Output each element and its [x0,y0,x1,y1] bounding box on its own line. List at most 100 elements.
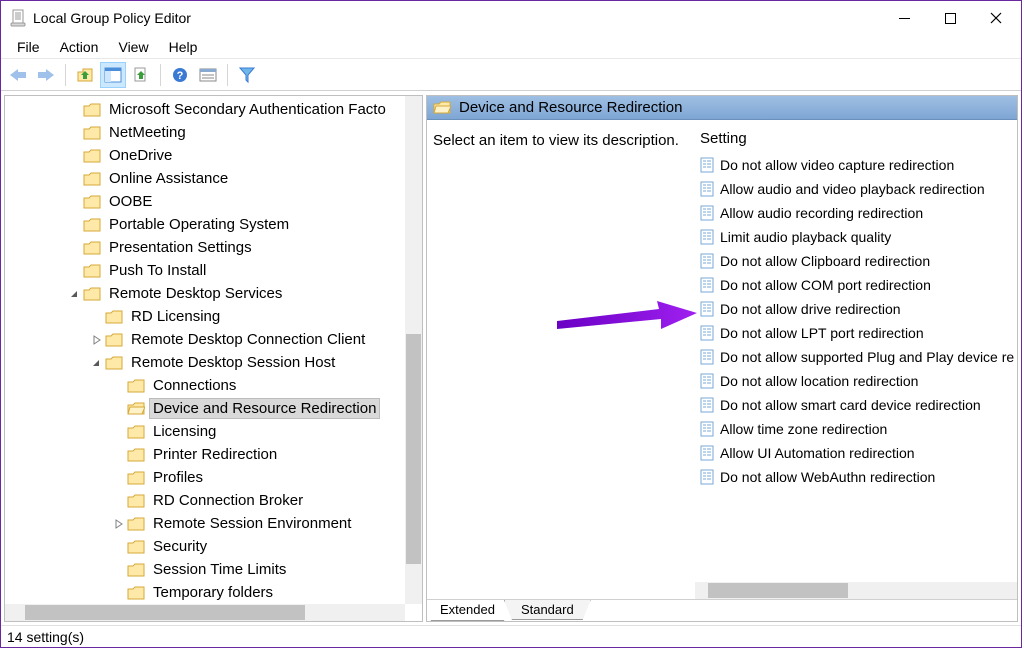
setting-row[interactable]: Allow time zone redirection [695,417,1017,441]
tree-node[interactable]: Remote Desktop Connection Client [5,328,422,351]
menu-help[interactable]: Help [159,37,208,57]
policy-icon [698,372,716,390]
help-button[interactable]: ? [167,62,193,88]
expander-icon[interactable] [111,519,127,529]
window-title: Local Group Policy Editor [33,10,191,26]
tree-horizontal-scrollbar[interactable] [5,604,405,621]
setting-row[interactable]: Do not allow WebAuthn redirection [695,465,1017,489]
setting-label: Do not allow supported Plug and Play dev… [720,349,1014,365]
details-pane: Device and Resource Redirection Select a… [426,95,1018,622]
tree-node-label: Device and Resource Redirection [149,398,380,419]
panel-title: Device and Resource Redirection [459,99,682,116]
setting-row[interactable]: Do not allow drive redirection [695,297,1017,321]
filter-button[interactable] [234,62,260,88]
tree-node-label: Licensing [149,421,220,442]
tree-node-label: Portable Operating System [105,214,293,235]
tree-node-label: Remote Desktop Connection Client [127,329,369,350]
tree-node[interactable]: RD Connection Broker [5,489,422,512]
tree-node[interactable]: OneDrive [5,144,422,167]
settings-horizontal-scrollbar[interactable] [695,582,1017,599]
app-icon [9,8,27,28]
tree-node[interactable]: Device and Resource Redirection [5,397,422,420]
setting-row[interactable]: Do not allow smart card device redirecti… [695,393,1017,417]
tree-node[interactable]: Connections [5,374,422,397]
policy-icon [698,348,716,366]
menu-action[interactable]: Action [50,37,109,57]
tree-node[interactable]: OOBE [5,190,422,213]
setting-row[interactable]: Allow audio and video playback redirecti… [695,177,1017,201]
setting-row[interactable]: Limit audio playback quality [695,225,1017,249]
tree-node-label: RD Licensing [127,306,224,327]
menu-view[interactable]: View [108,37,158,57]
setting-row[interactable]: Do not allow Clipboard redirection [695,249,1017,273]
svg-text:?: ? [177,70,184,82]
tab-standard[interactable]: Standard [504,600,591,620]
tree-node[interactable]: Licensing [5,420,422,443]
back-button[interactable] [5,62,31,88]
tree-node[interactable]: Security [5,535,422,558]
menu-file[interactable]: File [7,37,50,57]
tree-node-label: Remote Desktop Session Host [127,352,339,373]
options-button[interactable] [195,62,221,88]
tree-vertical-scrollbar[interactable] [405,96,422,604]
description-text: Select an item to view its description. [433,132,679,149]
titlebar: Local Group Policy Editor [1,1,1021,35]
folder-icon [127,401,145,417]
setting-row[interactable]: Do not allow LPT port redirection [695,321,1017,345]
setting-row[interactable]: Allow audio recording redirection [695,201,1017,225]
expander-icon[interactable] [67,289,83,299]
tree-node-label: NetMeeting [105,122,190,143]
setting-label: Allow time zone redirection [720,421,887,437]
setting-row[interactable]: Do not allow video capture redirection [695,153,1017,177]
folder-icon [127,585,145,601]
folder-icon [83,286,101,302]
tree-node[interactable]: Profiles [5,466,422,489]
setting-row[interactable]: Do not allow COM port redirection [695,273,1017,297]
up-button[interactable] [72,62,98,88]
setting-label: Do not allow video capture redirection [720,157,954,173]
tree-node[interactable]: Portable Operating System [5,213,422,236]
tree-node[interactable]: Online Assistance [5,167,422,190]
settings-column-header: Setting [695,130,1017,153]
policy-tree[interactable]: Microsoft Secondary Authentication Facto… [5,96,422,604]
minimize-button[interactable] [881,3,927,33]
tree-node[interactable]: Printer Redirection [5,443,422,466]
setting-label: Limit audio playback quality [720,229,891,245]
expander-icon[interactable] [89,335,105,345]
folder-icon [127,562,145,578]
tree-node[interactable]: RD Licensing [5,305,422,328]
tree-node[interactable]: Temporary folders [5,581,422,604]
setting-row[interactable]: Allow UI Automation redirection [695,441,1017,465]
setting-row[interactable]: Do not allow location redirection [695,369,1017,393]
close-button[interactable] [973,3,1019,33]
tree-node-label: Remote Session Environment [149,513,355,534]
folder-icon [127,539,145,555]
folder-icon [105,355,123,371]
setting-label: Do not allow LPT port redirection [720,325,924,341]
policy-icon [698,468,716,486]
tree-node[interactable]: Remote Desktop Services [5,282,422,305]
policy-icon [698,156,716,174]
tree-node[interactable]: Microsoft Secondary Authentication Facto [5,98,422,121]
tree-node[interactable]: Push To Install [5,259,422,282]
tree-node[interactable]: Session Time Limits [5,558,422,581]
export-list-button[interactable] [128,62,154,88]
setting-label: Do not allow WebAuthn redirection [720,469,935,485]
tree-node[interactable]: Presentation Settings [5,236,422,259]
setting-row[interactable]: Do not allow supported Plug and Play dev… [695,345,1017,369]
tree-node-label: Remote Desktop Services [105,283,286,304]
policy-icon [698,276,716,294]
description-column: Select an item to view its description. [427,120,695,599]
folder-icon [83,240,101,256]
maximize-button[interactable] [927,3,973,33]
forward-button[interactable] [33,62,59,88]
tree-node[interactable]: Remote Desktop Session Host [5,351,422,374]
expander-icon[interactable] [89,358,105,368]
show-hide-tree-button[interactable] [100,62,126,88]
tree-node[interactable]: Remote Session Environment [5,512,422,535]
folder-icon [127,447,145,463]
tab-extended[interactable]: Extended [426,600,512,621]
tree-node[interactable]: NetMeeting [5,121,422,144]
setting-label: Do not allow smart card device redirecti… [720,397,981,413]
tree-node-label: Presentation Settings [105,237,256,258]
